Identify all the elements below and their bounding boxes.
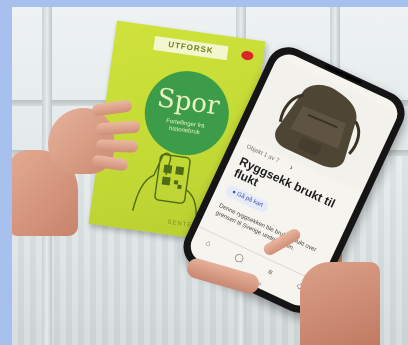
right-forearm — [300, 262, 380, 345]
frame-border-top — [0, 0, 408, 7]
flag-icon — [240, 50, 254, 61]
chevron-right-icon[interactable]: › — [288, 163, 294, 172]
photo-scene: UTFORSK Spor Fortellinger fra historiebr… — [0, 0, 408, 345]
left-finger — [95, 139, 139, 153]
brochure-tab: UTFORSK — [153, 36, 229, 61]
nav-home-icon[interactable]: ⌂ — [204, 238, 212, 248]
nav-search-icon[interactable]: ◯ — [234, 251, 246, 263]
nav-list-icon[interactable]: ≡ — [267, 267, 275, 277]
frame-border-left — [0, 0, 12, 345]
map-button-label: Gå på kart — [235, 191, 264, 209]
